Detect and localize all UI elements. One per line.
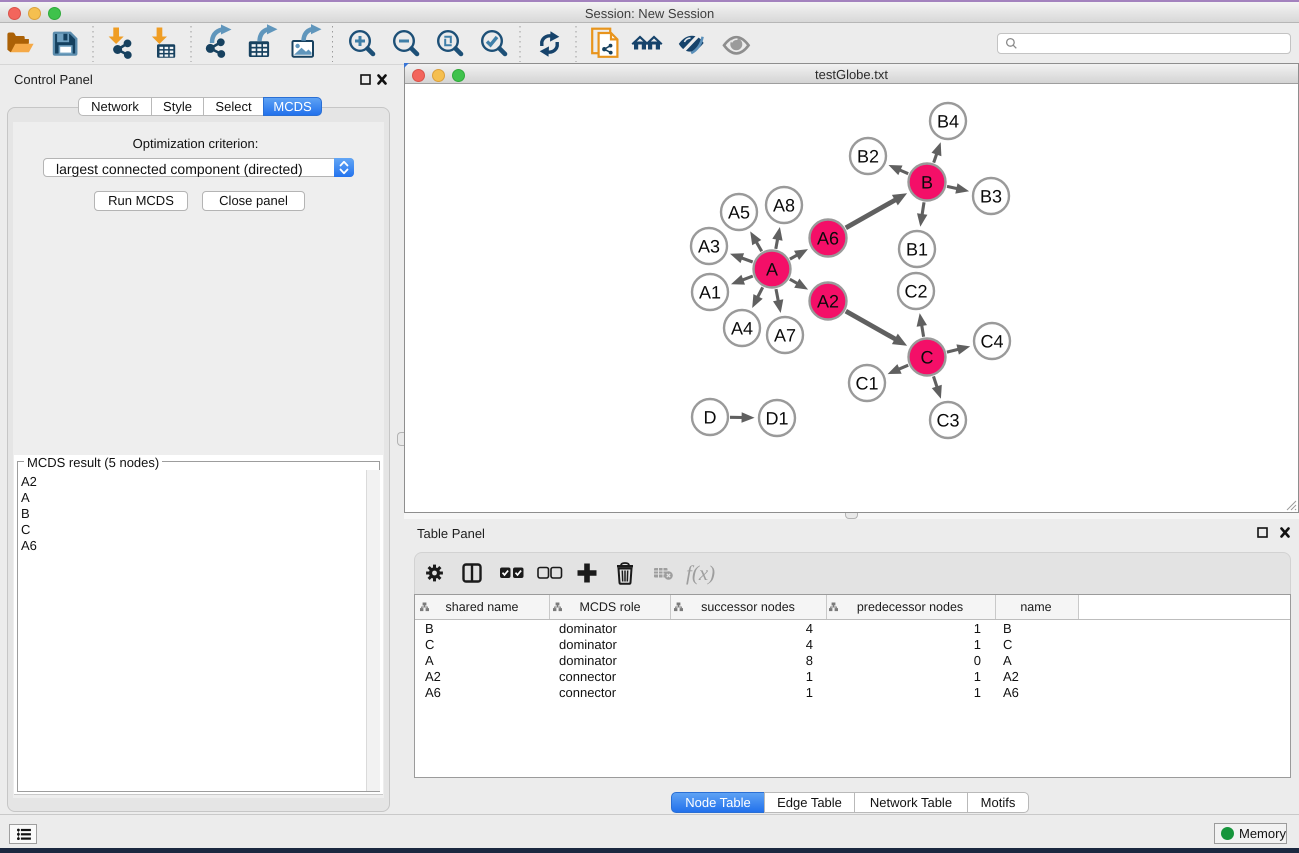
svg-text:A6: A6	[425, 685, 441, 700]
svg-text:1: 1	[974, 685, 981, 700]
svg-text:A1: A1	[699, 283, 721, 303]
svg-text:C3: C3	[936, 411, 959, 431]
svg-text:C: C	[425, 637, 434, 652]
svg-text:D: D	[704, 408, 717, 428]
svg-text:B3: B3	[980, 187, 1002, 207]
svg-text:A3: A3	[698, 237, 720, 257]
svg-text:name: name	[1020, 600, 1051, 614]
svg-text:D1: D1	[765, 409, 788, 429]
svg-text:C2: C2	[904, 282, 927, 302]
svg-text:1: 1	[806, 669, 813, 684]
svg-text:A5: A5	[728, 203, 750, 223]
svg-text:B1: B1	[906, 240, 928, 260]
svg-text:1: 1	[974, 637, 981, 652]
svg-text:B: B	[921, 173, 933, 193]
svg-text:A6: A6	[1003, 685, 1019, 700]
svg-text:A4: A4	[731, 319, 753, 339]
svg-text:C: C	[921, 348, 934, 368]
svg-text:A6: A6	[817, 229, 839, 249]
svg-text:dominator: dominator	[559, 653, 617, 668]
svg-text:successor nodes: successor nodes	[701, 600, 795, 614]
svg-text:predecessor nodes: predecessor nodes	[857, 600, 963, 614]
svg-text:shared name: shared name	[446, 600, 519, 614]
svg-text:C: C	[1003, 637, 1012, 652]
svg-text:connector: connector	[559, 685, 617, 700]
svg-text:A: A	[425, 653, 434, 668]
svg-text:4: 4	[806, 621, 813, 636]
svg-text:A8: A8	[773, 196, 795, 216]
svg-text:0: 0	[974, 653, 981, 668]
svg-text:MCDS role: MCDS role	[579, 600, 640, 614]
svg-text:1: 1	[974, 621, 981, 636]
svg-text:connector: connector	[559, 669, 617, 684]
svg-text:4: 4	[806, 637, 813, 652]
svg-text:C1: C1	[855, 374, 878, 394]
svg-text:A: A	[1003, 653, 1012, 668]
svg-text:8: 8	[806, 653, 813, 668]
svg-text:B: B	[1003, 621, 1012, 636]
svg-text:C4: C4	[980, 332, 1003, 352]
svg-text:dominator: dominator	[559, 637, 617, 652]
svg-text:1: 1	[974, 669, 981, 684]
svg-text:A: A	[766, 260, 778, 280]
svg-text:B: B	[425, 621, 434, 636]
svg-text:f(x): f(x)	[686, 561, 715, 585]
svg-text:B2: B2	[857, 147, 879, 167]
svg-text:A2: A2	[1003, 669, 1019, 684]
svg-text:A2: A2	[425, 669, 441, 684]
svg-text:A7: A7	[774, 326, 796, 346]
svg-text:1: 1	[806, 685, 813, 700]
svg-text:A2: A2	[817, 292, 839, 312]
svg-text:B4: B4	[937, 112, 959, 132]
svg-text:dominator: dominator	[559, 621, 617, 636]
